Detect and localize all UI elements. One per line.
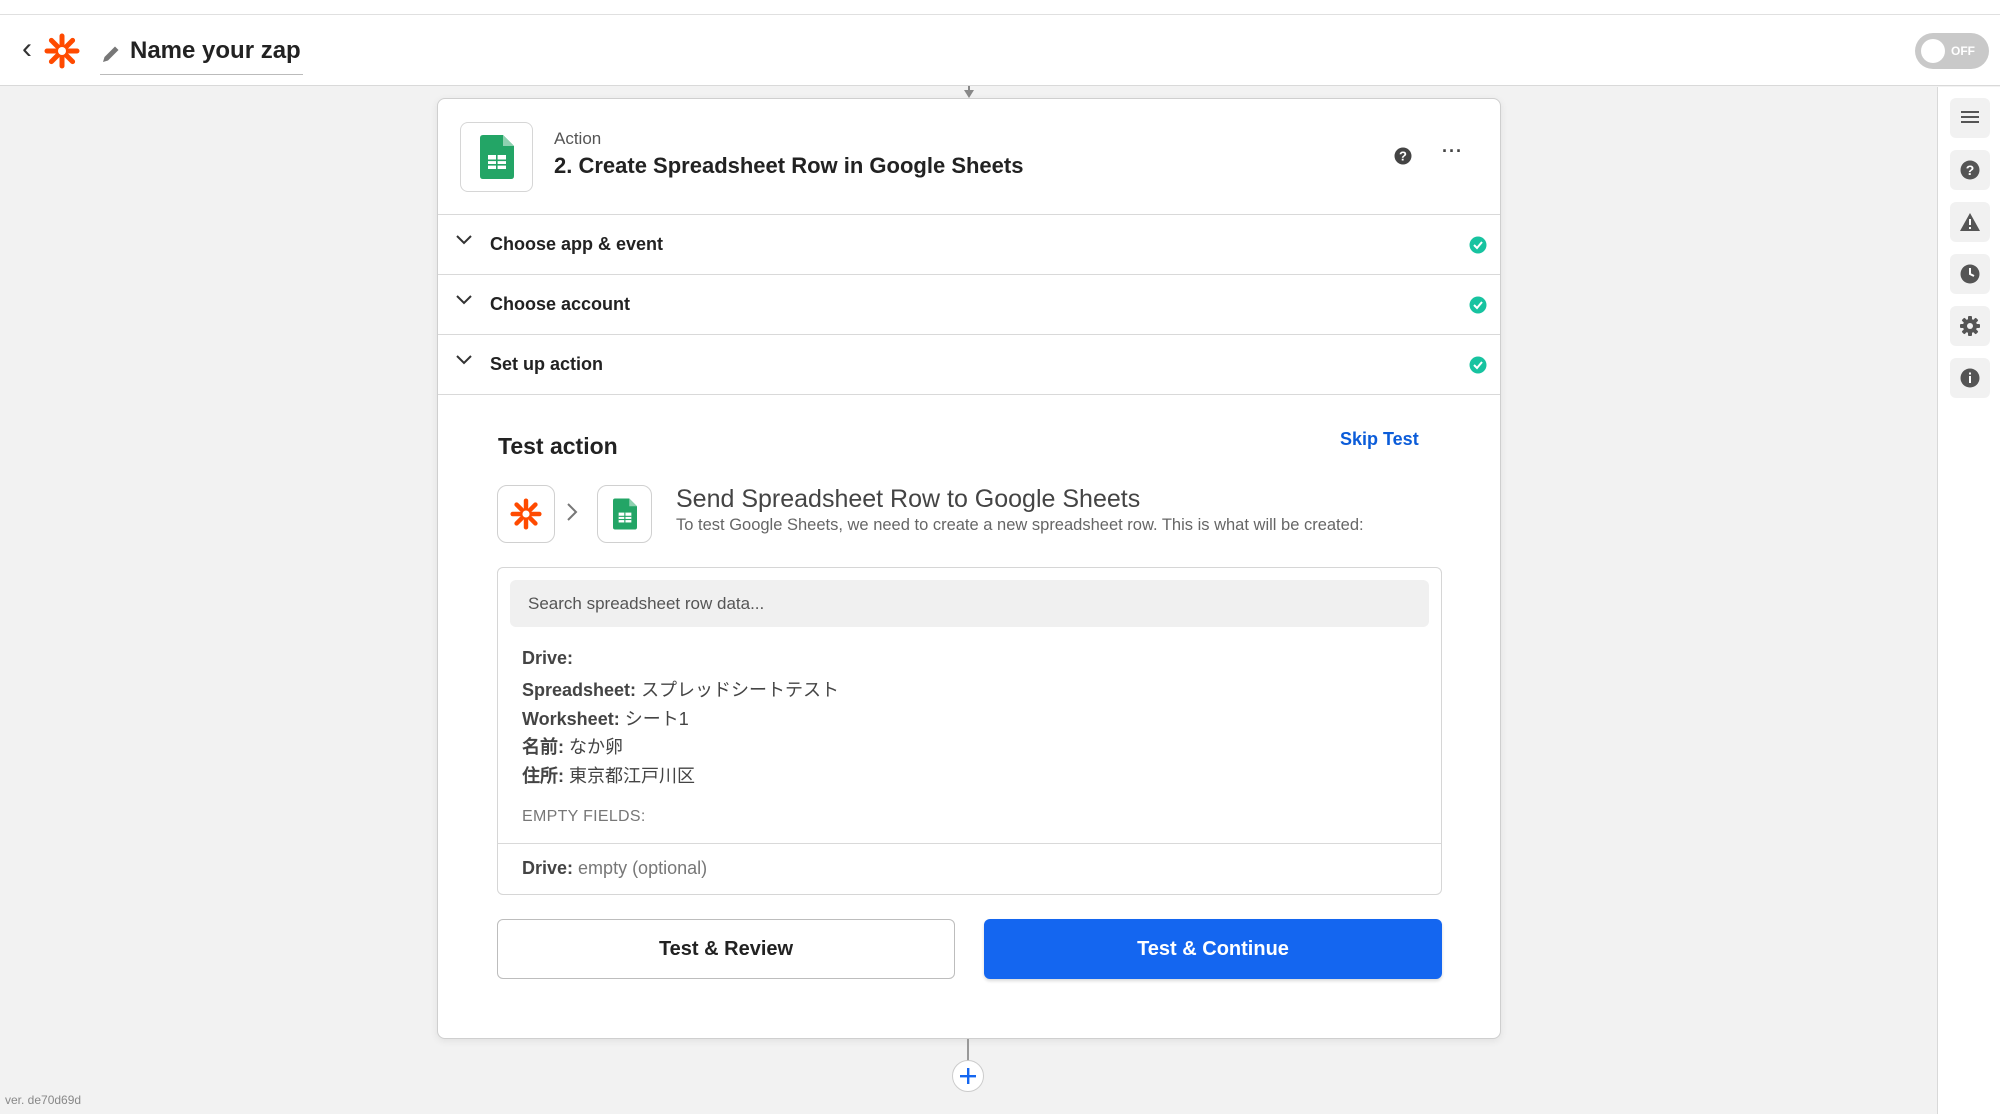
zap-name-field[interactable]: Name your zap: [100, 35, 303, 75]
version-label: ver. de70d69d: [5, 1093, 82, 1107]
google-sheets-icon: [612, 498, 637, 530]
warning-icon: [1960, 213, 1980, 231]
send-row-title: Send Spreadsheet Row to Google Sheets: [676, 485, 1141, 513]
gear-icon: [1960, 316, 1980, 336]
action-step-card: Action 2. Create Spreadsheet Row in Goog…: [437, 98, 1501, 1039]
details-button[interactable]: [1950, 358, 1990, 398]
step-connector-line: [967, 1039, 969, 1061]
test-action-title: Test action: [498, 433, 618, 459]
field-key: 住所:: [522, 766, 564, 786]
svg-text:?: ?: [1399, 149, 1407, 164]
google-sheets-app-tile: [460, 122, 533, 192]
test-and-review-button[interactable]: Test & Review: [497, 919, 955, 979]
zap-on-off-toggle[interactable]: OFF: [1915, 33, 1989, 69]
connector-arrow-icon: [964, 86, 974, 98]
field-key: Worksheet:: [522, 709, 620, 729]
field-row: Worksheet: シート1: [522, 705, 689, 731]
chevron-down-icon: [456, 295, 472, 305]
list-icon: [1961, 111, 1979, 123]
clock-icon: [1960, 264, 1980, 284]
check-circle-icon: [1469, 236, 1487, 254]
field-value: スプレッドシートテスト: [641, 680, 840, 700]
field-row: Drive:: [522, 648, 573, 669]
plus-icon: [960, 1068, 976, 1084]
pencil-icon: [103, 46, 119, 62]
chevron-down-icon: [456, 235, 472, 245]
info-icon: [1960, 368, 1980, 388]
test-and-continue-button[interactable]: Test & Continue: [984, 919, 1442, 979]
step-title: 2. Create Spreadsheet Row in Google Shee…: [554, 153, 1024, 178]
chevron-right-icon: [567, 503, 578, 521]
help-icon[interactable]: ?: [1394, 147, 1412, 165]
history-button[interactable]: [1950, 254, 1990, 294]
section-choose-app-event[interactable]: Choose app & event: [438, 215, 1500, 275]
field-row: 名前: なか卵: [522, 733, 623, 759]
field-value: 東京都江戸川区: [569, 766, 696, 786]
step-header: Action 2. Create Spreadsheet Row in Goog…: [438, 99, 1500, 215]
skip-test-link[interactable]: Skip Test: [1340, 429, 1419, 450]
section-choose-account[interactable]: Choose account: [438, 275, 1500, 335]
google-sheets-app-tile: [597, 485, 652, 543]
outline-button[interactable]: [1950, 98, 1990, 138]
help-button[interactable]: ?: [1950, 150, 1990, 190]
toggle-label: OFF: [1951, 44, 1975, 58]
field-key: Drive:: [522, 858, 574, 878]
field-key: 名前:: [522, 737, 564, 757]
empty-field-row: Drive: empty (optional): [522, 858, 707, 879]
send-row-description: To test Google Sheets, we need to create…: [676, 516, 1364, 534]
google-sheets-icon: [479, 135, 514, 179]
field-value: なか卵: [569, 737, 624, 757]
settings-button[interactable]: [1950, 306, 1990, 346]
more-options-button[interactable]: ···: [1442, 141, 1463, 162]
zapier-logo-icon[interactable]: [44, 33, 80, 69]
section-label: Set up action: [490, 354, 604, 374]
top-strip: [0, 0, 2000, 15]
section-label: Choose account: [490, 294, 631, 314]
warnings-button[interactable]: [1950, 202, 1990, 242]
question-icon: ?: [1960, 160, 1980, 180]
divider: [498, 843, 1441, 844]
toggle-knob: [1921, 39, 1945, 63]
field-row: Spreadsheet: スプレッドシートテスト: [522, 676, 839, 702]
zap-name-text: Name your zap: [130, 37, 301, 64]
step-type-label: Action: [554, 129, 602, 148]
field-key: Spreadsheet:: [522, 680, 637, 700]
field-key: Drive:: [522, 648, 574, 668]
add-step-button[interactable]: [952, 1060, 984, 1092]
back-button[interactable]: ‹: [22, 34, 32, 64]
row-data-panel: Drive: Spreadsheet: スプレッドシートテスト Workshee…: [497, 567, 1442, 895]
zapier-app-tile: [497, 485, 555, 543]
right-sidebar: ?: [1937, 87, 2000, 1114]
check-circle-icon: [1469, 356, 1487, 374]
svg-text:?: ?: [1966, 162, 1975, 178]
field-value: empty (optional): [578, 858, 708, 878]
zapier-logo-icon: [510, 498, 542, 530]
check-circle-icon: [1469, 296, 1487, 314]
search-row-data-input[interactable]: [510, 580, 1429, 627]
field-value: シート1: [624, 709, 689, 729]
section-label: Choose app & event: [490, 234, 664, 254]
editor-header: ‹ Name your zap OFF: [0, 15, 2000, 86]
chevron-down-icon: [456, 355, 472, 365]
empty-fields-heading: EMPTY FIELDS:: [522, 808, 646, 825]
section-set-up-action[interactable]: Set up action: [438, 335, 1500, 395]
field-row: 住所: 東京都江戸川区: [522, 762, 695, 788]
